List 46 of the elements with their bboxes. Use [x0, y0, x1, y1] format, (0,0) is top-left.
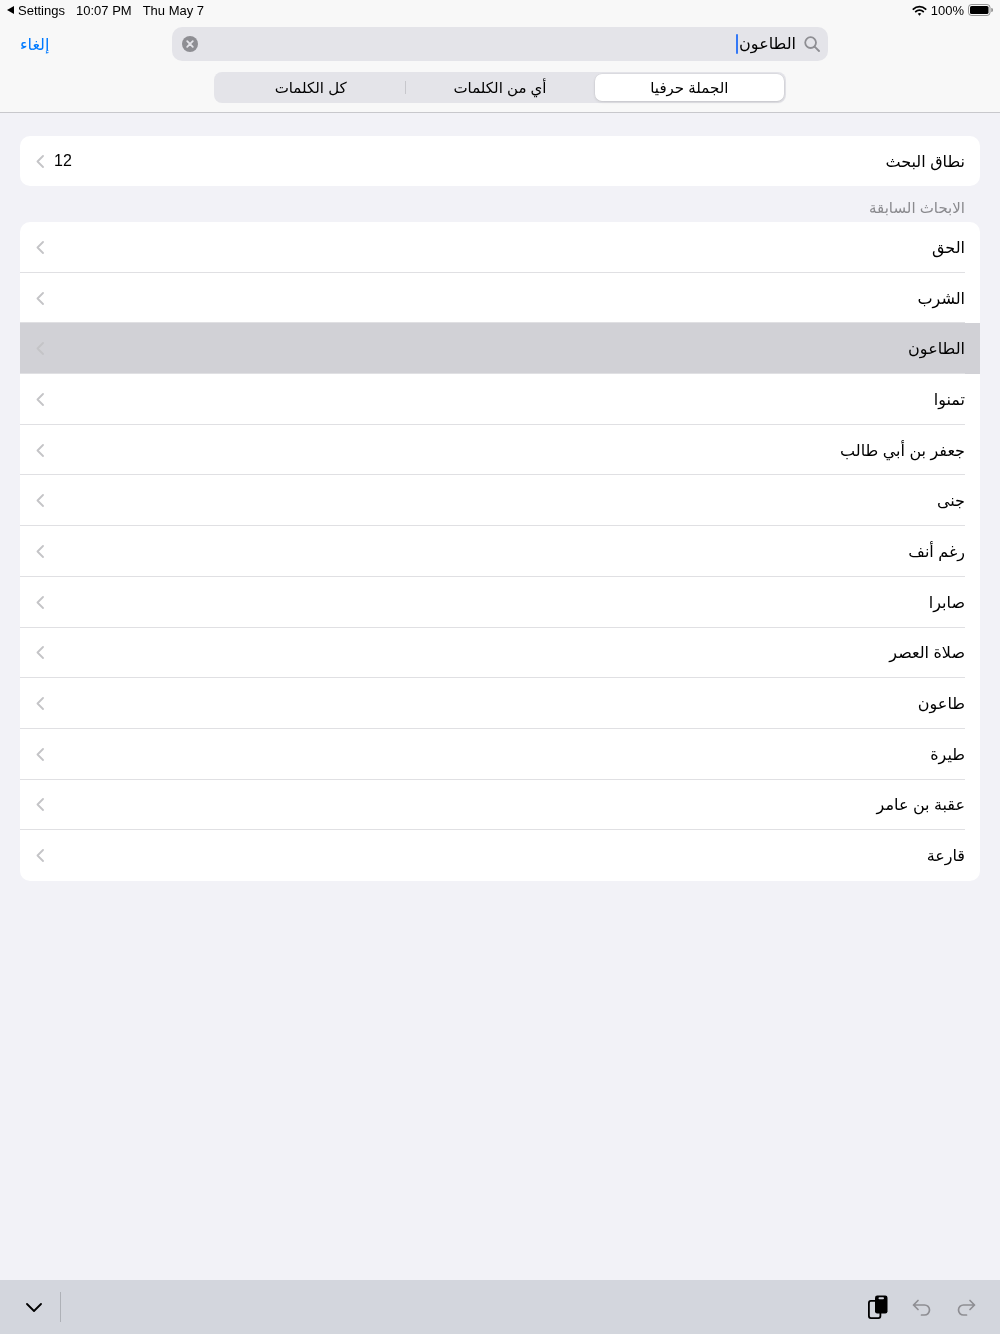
scope-value: 12 — [54, 152, 72, 170]
recent-search-item[interactable]: جعفر بن أبي طالب — [20, 424, 980, 476]
recent-search-item[interactable]: الشرب — [20, 272, 980, 324]
search-field[interactable]: الطاعون — [172, 27, 828, 61]
back-triangle-icon — [7, 6, 14, 14]
recent-search-item[interactable]: عقبة بن عامر — [20, 779, 980, 831]
recent-search-item[interactable]: جنى — [20, 475, 980, 527]
recent-search-item[interactable]: الحق — [20, 222, 980, 273]
recent-search-item[interactable]: الطاعون — [20, 323, 980, 375]
status-date: Thu May 7 — [142, 2, 205, 18]
recent-search-item[interactable]: رغم أنف — [20, 526, 980, 577]
chevron-icon — [36, 544, 44, 558]
scope-tab[interactable]: كل الكلمات — [216, 74, 406, 101]
clear-icon[interactable] — [182, 36, 198, 52]
chevron-icon — [36, 443, 44, 457]
status-time: 10:07 PM — [76, 2, 132, 18]
recent-search-item[interactable]: تمنوا — [20, 374, 980, 425]
chevron-icon — [36, 697, 44, 711]
chevron-icon — [36, 595, 44, 609]
recent-search-item[interactable]: صابرا — [20, 576, 980, 628]
search-value: الطاعون — [739, 34, 796, 54]
recent-search-item[interactable]: صلاة العصر — [20, 627, 980, 679]
chevron-icon — [36, 291, 44, 305]
chevron-icon — [36, 494, 44, 508]
documents-icon[interactable] — [868, 1295, 888, 1319]
battery-icon — [968, 4, 993, 16]
chevron-icon — [36, 798, 44, 812]
chevron-icon — [36, 849, 44, 863]
recent-search-item[interactable]: قارعة — [20, 830, 980, 881]
scope-tab[interactable]: أي من الكلمات — [405, 74, 595, 101]
scope-tab[interactable]: الجملة حرفيا — [594, 74, 784, 101]
chevron-down-icon[interactable] — [26, 1302, 42, 1312]
chevron-icon — [36, 747, 44, 761]
wifi-icon — [911, 4, 927, 16]
battery-percentage: 100% — [930, 2, 964, 18]
scope-label: نطاق البحث — [885, 151, 965, 171]
chevron-icon — [36, 240, 44, 254]
recent-search-item[interactable]: طيرة — [20, 728, 980, 780]
search-icon — [804, 36, 820, 52]
section-header: الابحاث السابقة — [868, 198, 966, 218]
chevron-icon — [36, 392, 44, 406]
recent-search-item[interactable]: طاعون — [20, 678, 980, 729]
cancel-link[interactable]: إلغاء — [20, 34, 50, 54]
chevron-icon — [36, 646, 44, 660]
back-link[interactable]: Settings — [7, 2, 65, 18]
chevron-icon — [36, 154, 44, 168]
